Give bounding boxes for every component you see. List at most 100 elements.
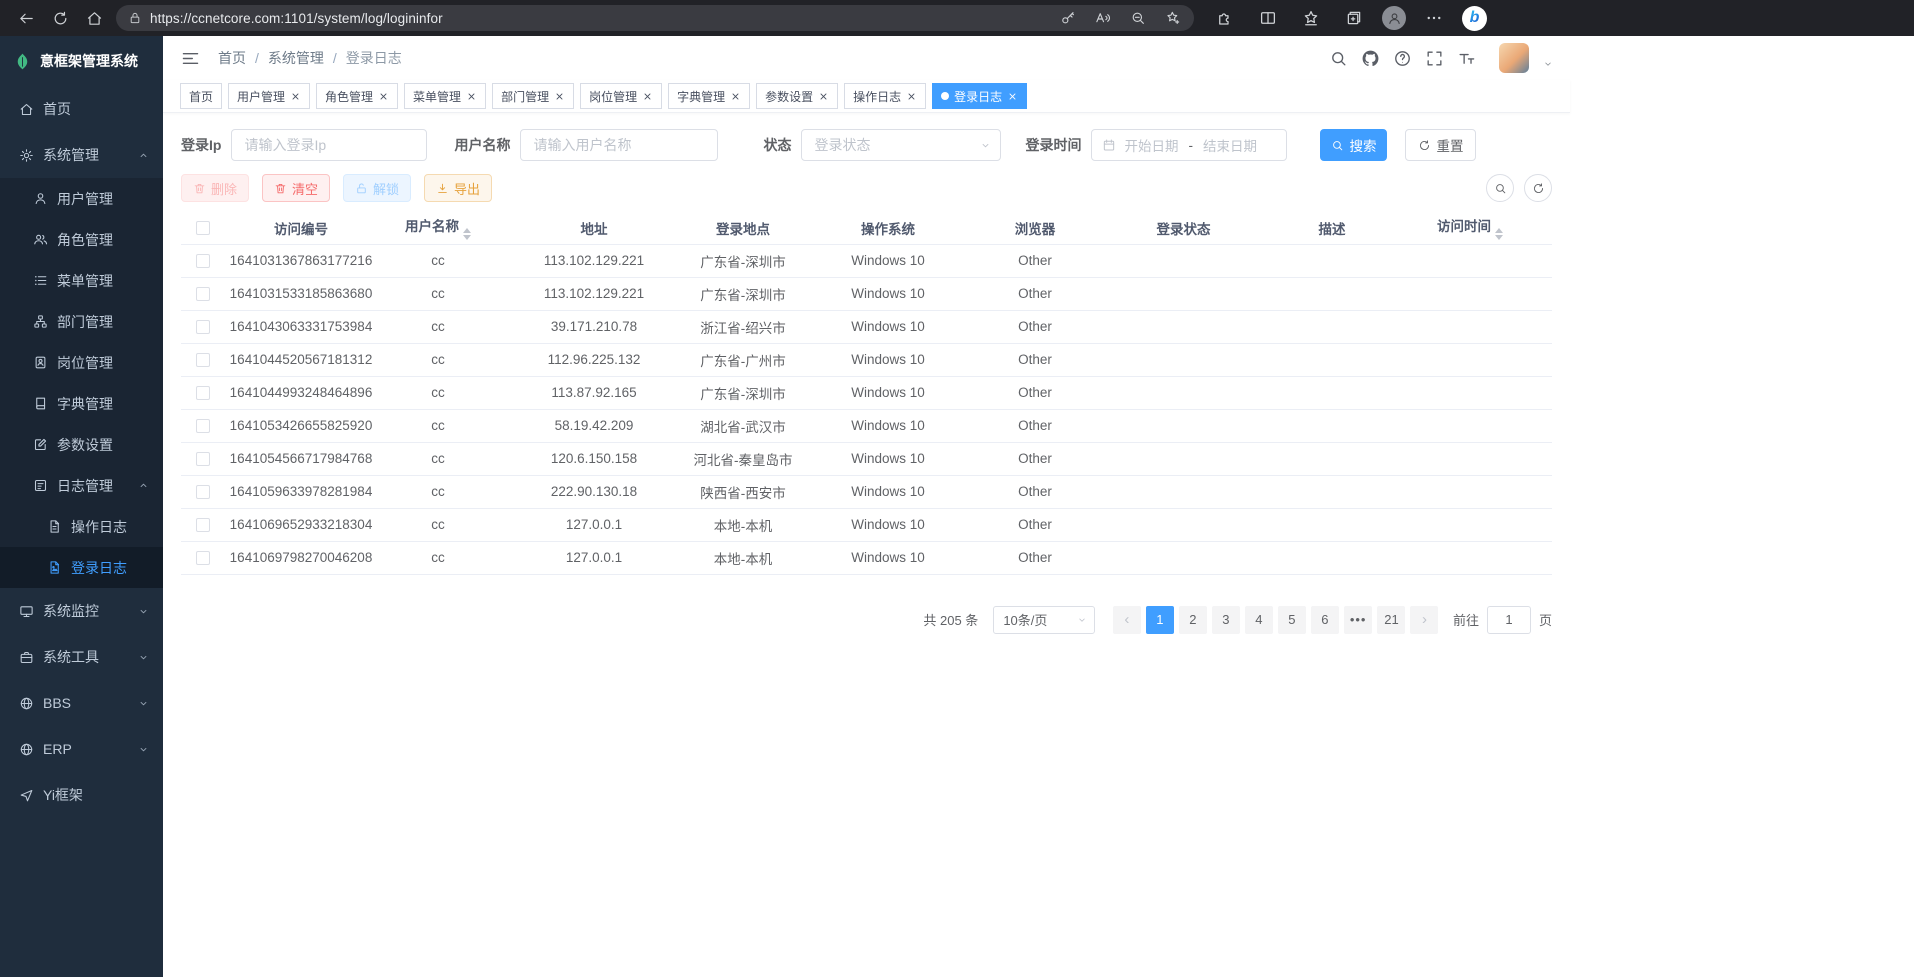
sidebar-item-erp[interactable]: ERP xyxy=(0,726,163,772)
browser-home-button[interactable] xyxy=(78,3,110,33)
fullscreen-icon[interactable] xyxy=(1425,49,1444,68)
search-button[interactable]: 搜索 xyxy=(1320,129,1387,161)
row-checkbox[interactable] xyxy=(196,287,210,301)
tab-param-settings[interactable]: 参数设置 xyxy=(756,83,838,109)
close-icon[interactable] xyxy=(1007,91,1018,102)
refresh-table-button[interactable] xyxy=(1524,174,1552,202)
read-aloud-icon[interactable] xyxy=(1089,6,1116,30)
sidebar-item-operation-log[interactable]: 操作日志 xyxy=(0,506,163,547)
tab-role-management[interactable]: 角色管理 xyxy=(316,83,398,109)
sidebar-item-menu-management[interactable]: 菜单管理 xyxy=(0,260,163,301)
close-icon[interactable] xyxy=(290,91,301,102)
row-checkbox[interactable] xyxy=(196,254,210,268)
sort-icon[interactable] xyxy=(1495,228,1503,240)
favorites-icon[interactable] xyxy=(1296,3,1326,33)
browser-profile-avatar[interactable] xyxy=(1382,6,1406,30)
select-all-checkbox-cell[interactable] xyxy=(181,212,225,244)
row-checkbox[interactable] xyxy=(196,320,210,334)
table-row[interactable]: 1641031367863177216 cc 113.102.129.221 广… xyxy=(181,244,1552,277)
sidebar-item-dept-management[interactable]: 部门管理 xyxy=(0,301,163,342)
unlock-button[interactable]: 解锁 xyxy=(343,174,411,202)
collections-icon[interactable] xyxy=(1339,3,1369,33)
sidebar-item-system-tools[interactable]: 系统工具 xyxy=(0,634,163,680)
tab-dept-management[interactable]: 部门管理 xyxy=(492,83,574,109)
row-checkbox[interactable] xyxy=(196,353,210,367)
collapse-sidebar-icon[interactable] xyxy=(180,48,201,69)
clear-button[interactable]: 清空 xyxy=(262,174,330,202)
export-button[interactable]: 导出 xyxy=(424,174,492,202)
url-text[interactable]: https://ccnetcore.com:1101/system/log/lo… xyxy=(150,11,443,26)
avatar-caret-icon[interactable] xyxy=(1542,58,1554,70)
table-row[interactable]: 1641043063331753984 cc 39.171.210.78 浙江省… xyxy=(181,310,1552,343)
tab-menu-management[interactable]: 菜单管理 xyxy=(404,83,486,109)
row-checkbox[interactable] xyxy=(196,419,210,433)
login-ip-input[interactable] xyxy=(231,129,427,161)
page-button-3[interactable]: 3 xyxy=(1212,606,1240,634)
github-icon[interactable] xyxy=(1361,49,1380,68)
font-size-icon[interactable] xyxy=(1457,49,1476,68)
table-row[interactable]: 1641059633978281984 cc 222.90.130.18 陕西省… xyxy=(181,475,1552,508)
tab-home[interactable]: 首页 xyxy=(180,83,222,109)
goto-page-input[interactable] xyxy=(1487,606,1531,634)
copilot-icon[interactable] xyxy=(1462,6,1487,31)
select-all-checkbox[interactable] xyxy=(196,221,210,235)
sidebar-item-yi-framework[interactable]: Yi框架 xyxy=(0,772,163,818)
password-key-icon[interactable] xyxy=(1054,6,1081,30)
extensions-icon[interactable] xyxy=(1210,3,1240,33)
close-icon[interactable] xyxy=(466,91,477,102)
table-row[interactable]: 1641053426655825920 cc 58.19.42.209 湖北省-… xyxy=(181,409,1552,442)
sidebar-item-system-management[interactable]: 系统管理 xyxy=(0,132,163,178)
page-button-2[interactable]: 2 xyxy=(1179,606,1207,634)
col-visit-time[interactable]: 访问时间 xyxy=(1388,212,1552,244)
close-icon[interactable] xyxy=(554,91,565,102)
split-screen-icon[interactable] xyxy=(1253,3,1283,33)
table-row[interactable]: 1641044993248464896 cc 113.87.92.165 广东省… xyxy=(181,376,1552,409)
close-icon[interactable] xyxy=(906,91,917,102)
table-row[interactable]: 1641044520567181312 cc 112.96.225.132 广东… xyxy=(181,343,1552,376)
table-row[interactable]: 1641054566717984768 cc 120.6.150.158 河北省… xyxy=(181,442,1552,475)
search-icon[interactable] xyxy=(1329,49,1348,68)
toggle-search-button[interactable] xyxy=(1486,174,1514,202)
row-checkbox[interactable] xyxy=(196,518,210,532)
table-row[interactable]: 1641031533185863680 cc 113.102.129.221 广… xyxy=(181,277,1552,310)
sidebar-item-param-settings[interactable]: 参数设置 xyxy=(0,424,163,465)
more-pages-button[interactable]: ••• xyxy=(1344,606,1373,634)
user-avatar[interactable] xyxy=(1499,43,1529,73)
add-favorite-icon[interactable] xyxy=(1159,6,1186,30)
page-button-1[interactable]: 1 xyxy=(1146,606,1174,634)
col-user-name[interactable]: 用户名称 xyxy=(377,212,499,244)
prev-page-button[interactable]: ‹ xyxy=(1113,606,1141,634)
breadcrumb-system[interactable]: 系统管理 xyxy=(268,48,324,68)
address-bar[interactable]: https://ccnetcore.com:1101/system/log/lo… xyxy=(116,5,1194,31)
help-icon[interactable] xyxy=(1393,49,1412,68)
next-page-button[interactable]: › xyxy=(1410,606,1438,634)
close-icon[interactable] xyxy=(378,91,389,102)
breadcrumb-home[interactable]: 首页 xyxy=(218,48,246,68)
table-row[interactable]: 1641069652933218304 cc 127.0.0.1 本地-本机 W… xyxy=(181,508,1552,541)
close-icon[interactable] xyxy=(818,91,829,102)
tab-login-log[interactable]: 登录日志 xyxy=(932,83,1027,109)
sidebar-item-system-monitor[interactable]: 系统监控 xyxy=(0,588,163,634)
reset-button[interactable]: 重置 xyxy=(1405,129,1476,161)
user-name-input[interactable] xyxy=(520,129,718,161)
delete-button[interactable]: 删除 xyxy=(181,174,249,202)
page-button-4[interactable]: 4 xyxy=(1245,606,1273,634)
login-time-range-picker[interactable]: 开始日期 - 结束日期 xyxy=(1091,129,1287,161)
row-checkbox[interactable] xyxy=(196,485,210,499)
sidebar-item-bbs[interactable]: BBS xyxy=(0,680,163,726)
sidebar-item-dict-management[interactable]: 字典管理 xyxy=(0,383,163,424)
sidebar-item-home[interactable]: 首页 xyxy=(0,86,163,132)
row-checkbox[interactable] xyxy=(196,452,210,466)
tab-user-management[interactable]: 用户管理 xyxy=(228,83,310,109)
page-button-21[interactable]: 21 xyxy=(1377,606,1405,634)
page-button-5[interactable]: 5 xyxy=(1278,606,1306,634)
zoom-out-icon[interactable] xyxy=(1124,6,1151,30)
browser-refresh-button[interactable] xyxy=(44,3,76,33)
sidebar-item-user-management[interactable]: 用户管理 xyxy=(0,178,163,219)
browser-menu-icon[interactable] xyxy=(1419,3,1449,33)
row-checkbox[interactable] xyxy=(196,386,210,400)
sidebar-item-login-log[interactable]: 登录日志 xyxy=(0,547,163,588)
close-icon[interactable] xyxy=(730,91,741,102)
page-button-6[interactable]: 6 xyxy=(1311,606,1339,634)
tab-post-management[interactable]: 岗位管理 xyxy=(580,83,662,109)
